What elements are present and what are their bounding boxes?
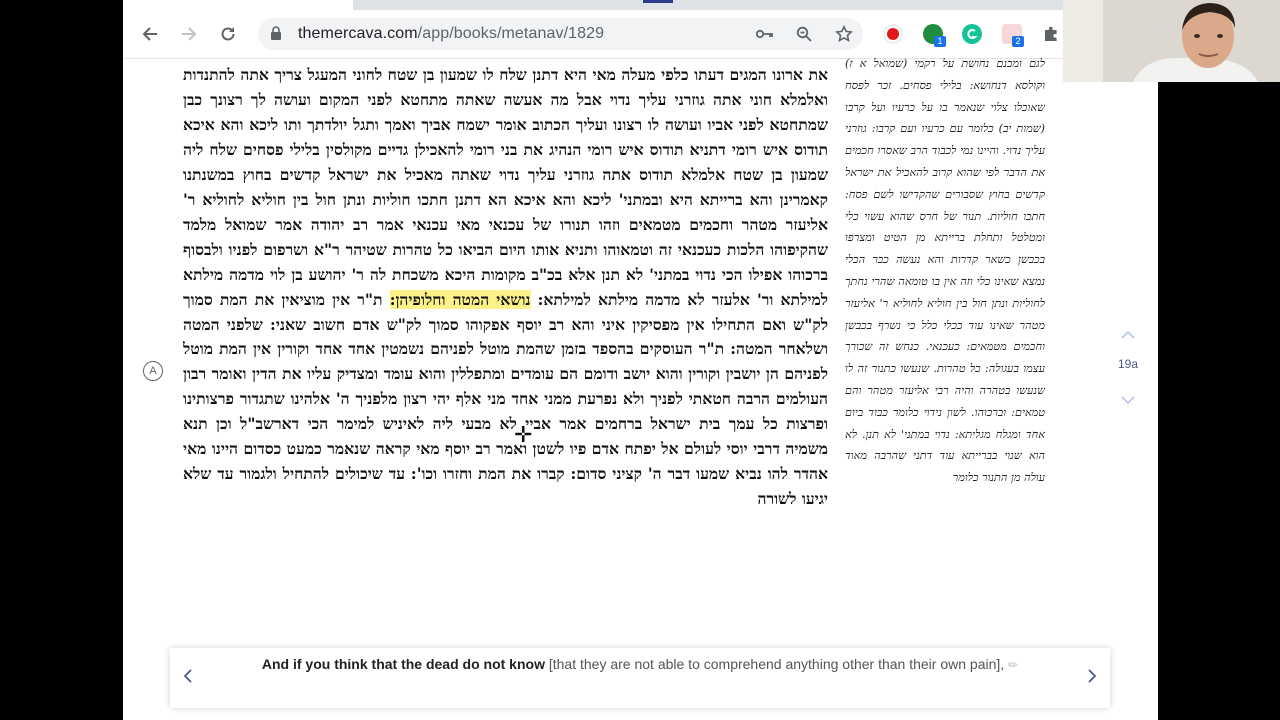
browser-window: themercava.com/app/books/metanav/1829 1 … xyxy=(123,0,1158,720)
reader-content: A את ארונו המגים דעתו כלפי מעלה מאי היא … xyxy=(123,57,1158,720)
reload-button[interactable] xyxy=(213,20,243,48)
translation-bold: And if you think that the dead do not kn… xyxy=(261,656,545,672)
chevron-up-icon xyxy=(1121,330,1135,339)
chevron-right-icon xyxy=(1088,669,1097,683)
chevron-down-icon xyxy=(1121,396,1135,405)
extensions-puzzle-button[interactable] xyxy=(1036,20,1066,48)
side-circle-icon[interactable]: A xyxy=(143,361,163,381)
forward-button[interactable] xyxy=(174,20,204,48)
rashi-commentary[interactable]: לגם ומכנם נחושת על רקמי (שמואל א ז) וקול… xyxy=(845,53,1045,643)
browser-tab[interactable] xyxy=(123,0,353,10)
page-up-button[interactable] xyxy=(1113,324,1143,344)
record-dot xyxy=(887,28,899,40)
main-text-after: ת"ר אין מוציאין את המת סמוך לק"ש ואם התח… xyxy=(183,289,828,509)
puzzle-icon xyxy=(1045,26,1057,41)
translation-bar: And if you think that the dead do not kn… xyxy=(170,648,1110,708)
active-tab-indicator xyxy=(643,0,673,3)
translation-text[interactable]: And if you think that the dead do not kn… xyxy=(225,654,1055,675)
chevron-left-icon xyxy=(183,669,192,683)
extension-badge-2: 2 xyxy=(1012,36,1024,47)
bookmark-star-icon[interactable] xyxy=(834,24,854,44)
grammarly-icon[interactable] xyxy=(962,24,982,44)
page-down-button[interactable] xyxy=(1113,389,1143,409)
mouse-cursor: ✛ xyxy=(514,422,533,447)
green-extension-icon[interactable]: 1 xyxy=(923,24,946,47)
shapes-extension-icon[interactable]: 2 xyxy=(1002,24,1024,47)
highlighted-phrase[interactable]: נושאי המטה וחלופיהן: xyxy=(389,289,531,309)
prev-translation-button[interactable] xyxy=(178,664,198,690)
edit-pencil-icon[interactable]: ✏ xyxy=(1008,658,1018,672)
lock-icon xyxy=(270,26,282,46)
back-button[interactable] xyxy=(135,20,165,48)
reload-icon xyxy=(221,27,235,41)
page-number: 19a xyxy=(1117,357,1139,371)
translation-bracket: [that they are not able to comprehend an… xyxy=(548,656,1005,672)
zoom-icon[interactable] xyxy=(794,24,814,44)
arrow-left-icon xyxy=(142,27,157,41)
webcam-overlay xyxy=(1063,0,1280,82)
next-translation-button[interactable] xyxy=(1082,664,1102,690)
extension-badge: 1 xyxy=(934,36,946,47)
url-text: themercava.com/app/books/metanav/1829 xyxy=(298,25,604,43)
url-host: themercava.com xyxy=(298,25,418,42)
record-extension-icon[interactable] xyxy=(883,24,903,44)
talmud-main-text[interactable]: את ארונו המגים דעתו כלפי מעלה מאי היא דת… xyxy=(183,63,828,648)
url-path: /app/books/metanav/1829 xyxy=(417,25,605,42)
arrow-right-icon xyxy=(182,27,197,41)
tab-strip xyxy=(123,0,1158,10)
address-bar[interactable]: themercava.com/app/books/metanav/1829 xyxy=(258,18,863,50)
browser-toolbar: themercava.com/app/books/metanav/1829 1 … xyxy=(123,10,1158,59)
main-text-before: את ארונו המגים דעתו כלפי מעלה מאי היא דת… xyxy=(183,65,828,309)
person-video-image xyxy=(1063,0,1280,82)
key-icon[interactable] xyxy=(755,24,775,44)
commentary-text: לגם ומכנם נחושת על רקמי (שמואל א ז) וקול… xyxy=(845,57,1045,485)
